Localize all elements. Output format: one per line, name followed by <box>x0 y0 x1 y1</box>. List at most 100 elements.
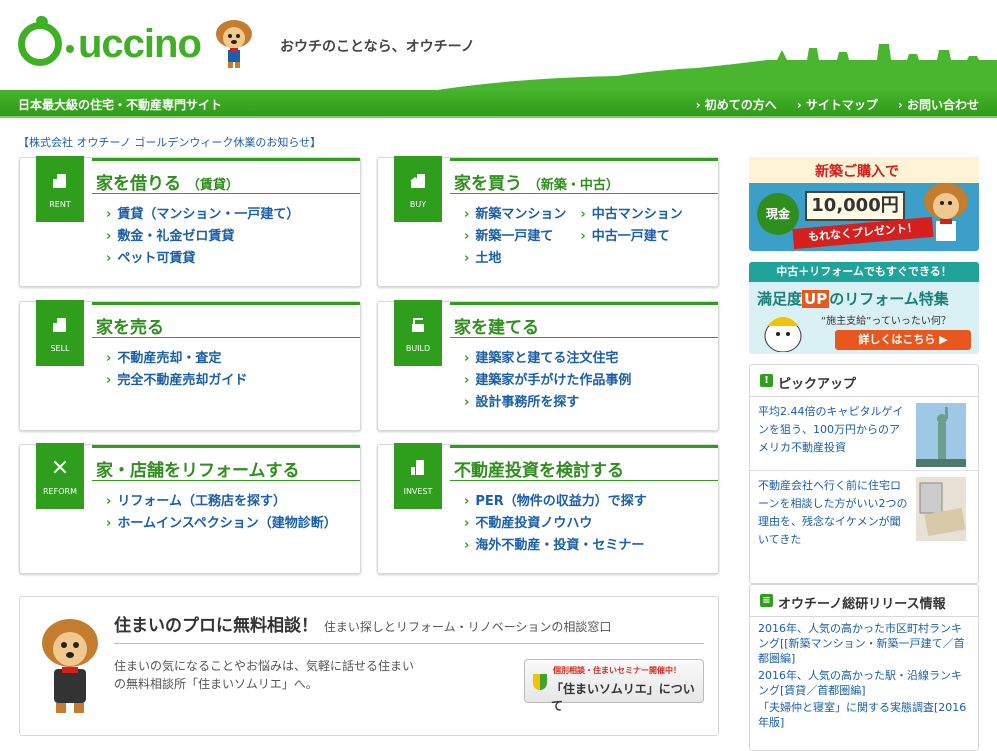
release-heading: ≡ オウチーノ総研リリース情報 <box>750 585 978 617</box>
nav-link-contact[interactable]: お問い合わせ <box>898 96 979 113</box>
details-button[interactable]: 詳しくはこちら ▶ <box>835 330 971 350</box>
banner-main-c: のリフォーム特集 <box>829 290 949 308</box>
link-architect-works[interactable]: 建築家が手がけた作品事例 <box>464 370 631 392</box>
consultation-subtitle: 住まい探しとリフォーム・リノベーションの相談窓口 <box>323 620 612 634</box>
logo-o-mark <box>18 22 62 66</box>
card-title[interactable]: 家を売る <box>92 302 360 338</box>
banner-title: 新築ご購入で <box>815 164 899 180</box>
card-title-sub: （新築・中古） <box>527 178 619 193</box>
site-description: 日本最大級の住宅・不動産専門サイト <box>18 98 223 112</box>
nav-link-beginner[interactable]: 初めての方へ <box>696 96 777 113</box>
category-tag: INVEST <box>403 487 433 496</box>
banner-ribbon: もれなくプレゼント！ <box>792 216 934 250</box>
document-icon: ≡ <box>760 594 773 607</box>
card-sell: SELL 家を売る 不動産売却・査定 完全不動産売却ガイド <box>19 300 361 431</box>
link-architect-house[interactable]: 建築家と建てる注文住宅 <box>464 348 631 370</box>
mascot-icon <box>924 183 968 241</box>
release-title: オウチーノ総研リリース情報 <box>778 597 946 612</box>
consultation-panel: 住まいのプロに無料相談！ 住まい探しとリフォーム・リノベーションの相談窓口 住ま… <box>19 596 719 736</box>
link-rent-pets[interactable]: ペット可賃貸 <box>106 248 299 270</box>
banner-main-text: 満足度 UP のリフォーム特集 <box>757 288 949 309</box>
holiday-notice-link[interactable]: 【株式会社 オウチーノ ゴールデンウィーク休業のお知らせ】 <box>18 134 321 150</box>
link-rent-apartment[interactable]: 賃貸（マンション・一戸建て） <box>106 204 299 226</box>
consultation-description: 住まいの気になることやお悩みは、気軽に話せる住まいの無料相談所「住まいソムリエ」… <box>114 659 415 691</box>
site-header: uccino おウチのことなら、オウチーノ <box>0 0 997 90</box>
category-badge-reform: REFORM <box>36 443 84 509</box>
mascot-sommelier-icon <box>42 619 98 713</box>
link-new-house[interactable]: 新築一戸建て <box>464 226 566 248</box>
card-title-sub: （賃貸） <box>186 178 239 193</box>
beginner-mark-icon <box>533 674 547 690</box>
link-used-mansion[interactable]: 中古マンション <box>580 204 683 226</box>
skyline-graphic <box>437 44 997 90</box>
link-home-inspection[interactable]: ホームインスペクション（建物診断） <box>106 513 336 535</box>
pickup-title: ピックアップ <box>778 377 857 392</box>
pickup-item[interactable]: 平均2.44倍のキャピタルゲインを狙う、100万円からのアメリカ不動産投資 <box>750 397 978 471</box>
divider <box>114 643 704 644</box>
card-title-text: 家を買う <box>454 174 522 194</box>
category-badge-buy: BUY <box>394 156 442 222</box>
pickup-item-text[interactable]: 不動産会社へ行く前に住宅ローンを相談した方がいい2つの理由を、残念なイケメンが聞… <box>758 477 908 549</box>
link-rent-zero-deposit[interactable]: 敷金・礼金ゼロ賃貸 <box>106 226 299 248</box>
card-title-text: 不動産投資を検討する <box>454 461 624 481</box>
release-item[interactable]: 2016年、人気の高かった駅・沿線ランキング[賃貸／首都圏編] <box>758 668 970 698</box>
link-design-office[interactable]: 設計事務所を探す <box>464 392 631 414</box>
link-invest-knowhow[interactable]: 不動産投資ノウハウ <box>464 513 647 535</box>
sumai-sommelier-button[interactable]: 個別相談・住まいセミナー開催中！ 「住まいソムリエ」について <box>524 659 704 713</box>
logo-text: uccino <box>78 22 202 66</box>
card-title-text: 家・店舗をリフォームする <box>96 461 300 481</box>
banner-main-a: 満足度 <box>757 290 803 308</box>
banner-question: “施主支給”っていったい何？ <box>821 316 951 327</box>
consultation-title: 住まいのプロに無料相談！ <box>114 616 318 636</box>
pickup-heading: ! ピックアップ <box>750 365 978 397</box>
card-invest: INVEST 不動産投資を検討する PER（物件の収益力）で探す 不動産投資ノウ… <box>377 443 719 574</box>
nav-link-sitemap[interactable]: サイトマップ <box>797 96 878 113</box>
link-invest-overseas[interactable]: 海外不動産・投資・セミナー <box>464 535 647 557</box>
link-list: リフォーム（工務店を探す） ホームインスペクション（建物診断） <box>106 491 337 535</box>
release-list: 2016年、人気の高かった市区町村ランキング[[新築マンション・新築一戸建て／首… <box>750 617 978 736</box>
button-subtext: 個別相談・住まいセミナー開催中！ <box>553 666 681 675</box>
site-logo[interactable]: uccino <box>18 22 202 66</box>
card-title[interactable]: 家を借りる （賃貸） <box>92 158 360 194</box>
category-tag: RENT <box>49 200 71 209</box>
link-invest-per[interactable]: PER（物件の収益力）で探す <box>464 491 646 513</box>
button-label: 「住まいソムリエ」について <box>551 682 695 713</box>
pickup-box: ! ピックアップ 平均2.44倍のキャピタルゲインを狙う、100万円からのアメリカ… <box>749 364 979 584</box>
card-reform: REFORM 家・店舗をリフォームする リフォーム（工務店を探す） ホームインス… <box>19 443 361 574</box>
link-reform-builder[interactable]: リフォーム（工務店を探す） <box>106 491 337 513</box>
link-new-mansion[interactable]: 新築マンション <box>464 204 566 226</box>
card-title[interactable]: 家を買う （新築・中古） <box>450 158 718 194</box>
card-title[interactable]: 家・店舗をリフォームする <box>92 445 360 481</box>
main-navbar: 日本最大級の住宅・不動産専門サイト 初めての方へ サイトマップ お問い合わせ <box>0 90 997 118</box>
category-tag: REFORM <box>43 487 77 496</box>
consultation-heading: 住まいのプロに無料相談！ 住まい探しとリフォーム・リノベーションの相談窓口 <box>114 611 611 636</box>
link-sell-guide[interactable]: 完全不動産売却ガイド <box>106 370 247 392</box>
card-title-text: 家を借りる <box>96 174 181 194</box>
card-build: BUILD 家を建てる 建築家と建てる注文住宅 建築家が手がけた作品事例 設計事… <box>377 300 719 431</box>
link-columns: 新築マンション 新築一戸建て 土地 中古マンション 中古一戸建て <box>464 204 683 270</box>
link-land[interactable]: 土地 <box>464 248 566 270</box>
category-badge-rent: RENT <box>36 156 84 222</box>
card-buy: BUY 家を買う （新築・中古） 新築マンション 新築一戸建て 土地 中古マンシ… <box>377 156 719 287</box>
logo-dot <box>66 45 74 53</box>
chart-building-icon <box>411 460 424 475</box>
money-calculator-thumbnail <box>916 477 966 541</box>
pickup-item-text[interactable]: 平均2.44倍のキャピタルゲインを狙う、100万円からのアメリカ不動産投資 <box>758 403 908 457</box>
card-title-text: 家を売る <box>96 318 164 338</box>
link-used-house[interactable]: 中古一戸建て <box>580 226 682 248</box>
card-title[interactable]: 家を建てる <box>450 302 718 338</box>
link-list: 新築マンション 新築一戸建て 土地 <box>464 204 566 270</box>
new-build-cashback-banner[interactable]: 新築ご購入で 現金 10,000円 もれなくプレゼント！ <box>749 157 979 251</box>
category-badge-sell: SELL <box>36 300 84 366</box>
reform-feature-banner[interactable]: 中古＋リフォームでもすぐできる！ 満足度 UP のリフォーム特集 “施主支給”ってい… <box>749 262 979 354</box>
banner-top-text: 中古＋リフォームでもすぐできる！ <box>749 262 979 282</box>
card-title[interactable]: 不動産投資を検討する <box>450 445 718 481</box>
link-sell-appraisal[interactable]: 不動産売却・査定 <box>106 348 247 370</box>
building-icon <box>53 318 66 332</box>
tools-icon <box>53 460 67 474</box>
house-icon <box>410 174 425 188</box>
release-item[interactable]: 「夫婦仲と寝室」に関する実態調査[2016年版] <box>758 700 970 730</box>
pickup-item[interactable]: 不動産会社へ行く前に住宅ローンを相談した方がいい2つの理由を、残念なイケメンが聞… <box>750 471 978 546</box>
release-item[interactable]: 2016年、人気の高かった市区町村ランキング[[新築マンション・新築一戸建て／首… <box>758 621 970 666</box>
link-list: 賃貸（マンション・一戸建て） 敷金・礼金ゼロ賃貸 ペット可賃貸 <box>106 204 299 270</box>
